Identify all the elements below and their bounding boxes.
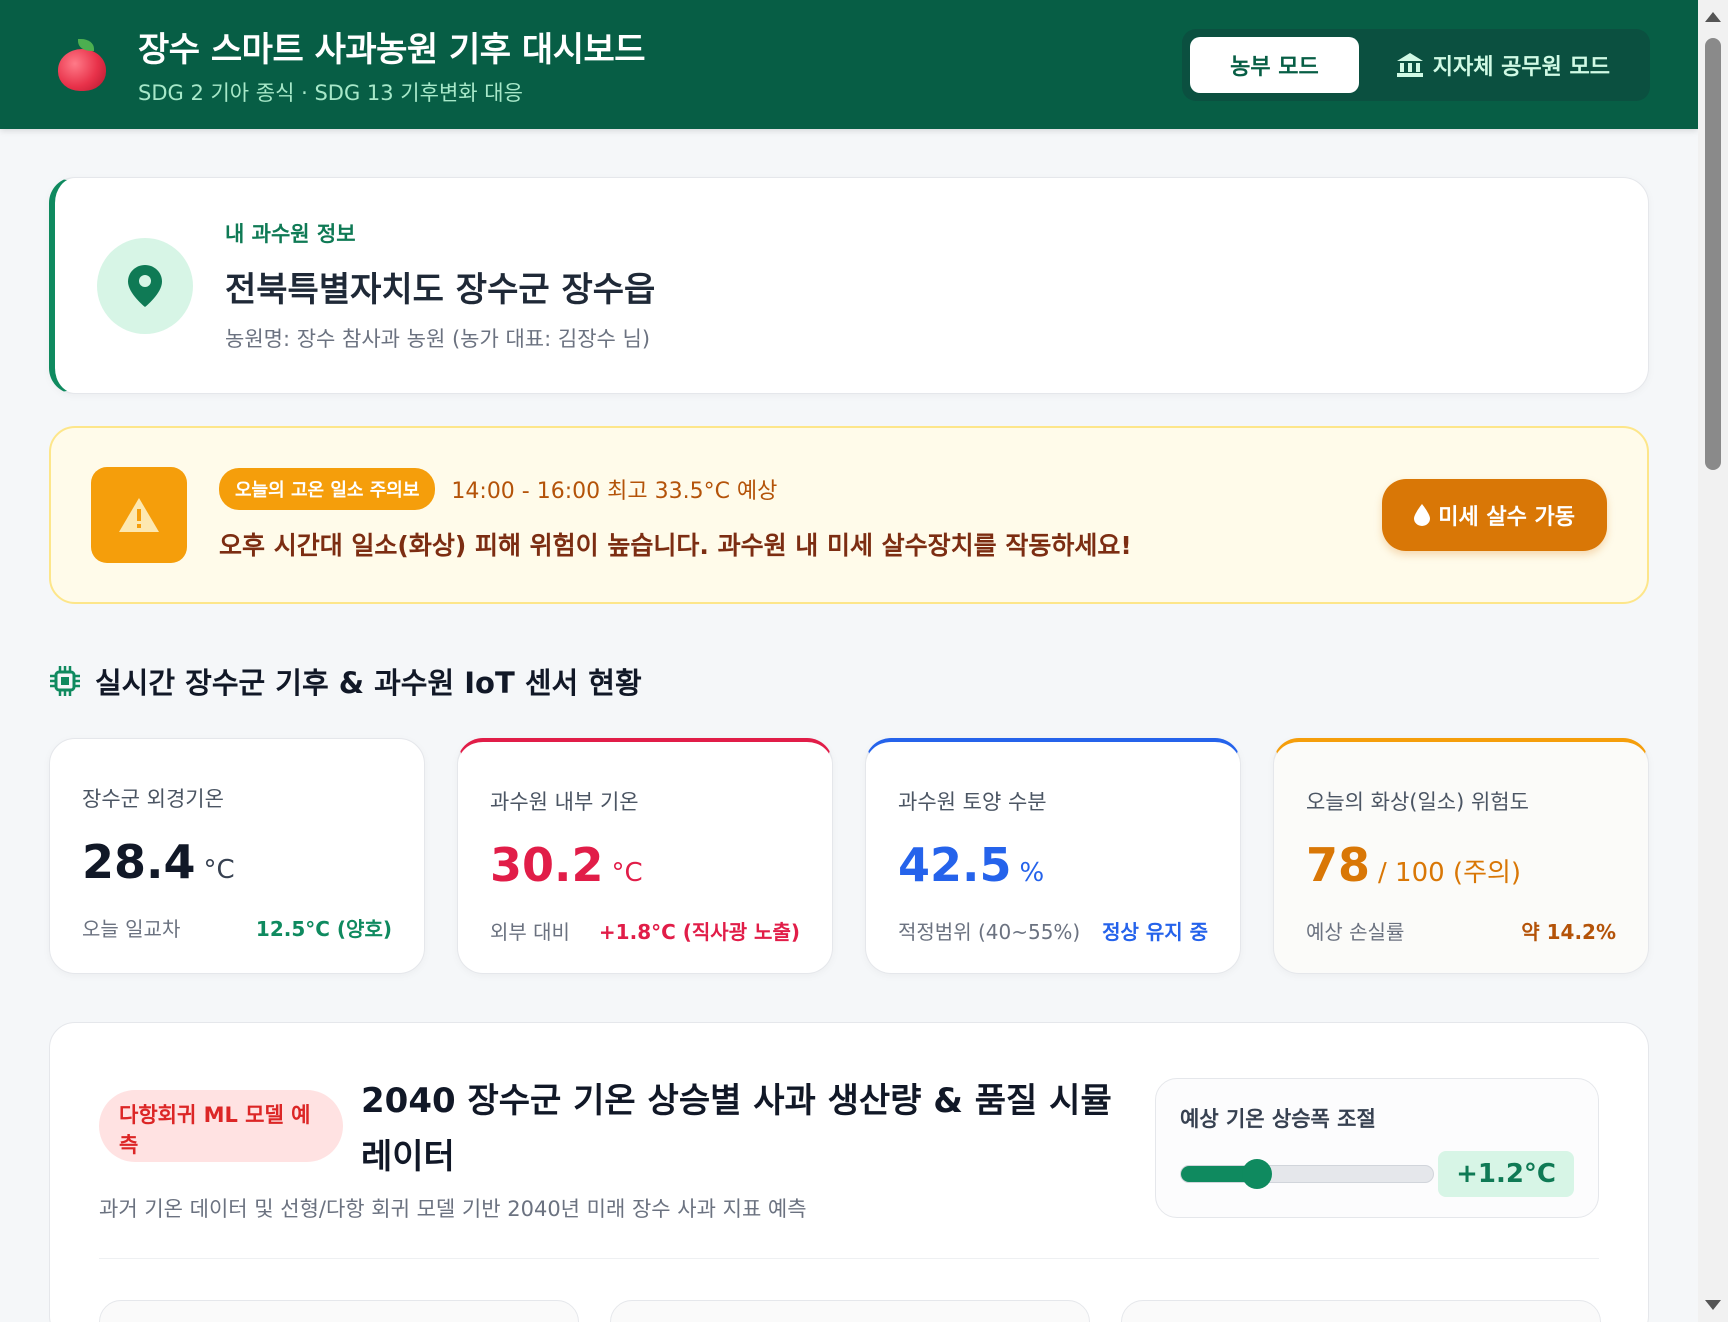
sensor-value: 30.2 bbox=[490, 838, 604, 892]
simulator-title: 2040 장수군 기온 상승별 사과 생산량 & 품질 시뮬레이터 bbox=[361, 1081, 1112, 1177]
sensor-label: 오늘의 화상(일소) 위험도 bbox=[1306, 790, 1529, 814]
water-drop-icon bbox=[1414, 504, 1431, 526]
app-header: 장수 스마트 사과농원 기후 대시보드 SDG 2 기아 종식 · SDG 13… bbox=[0, 0, 1698, 129]
simulator-card: 다항회귀 ML 모델 예측 2040 장수군 기온 상승별 사과 생산량 & 품… bbox=[49, 1022, 1649, 1322]
farmer-mode-label: 농부 모드 bbox=[1230, 54, 1319, 80]
farm-info-label: 내 과수원 정보 bbox=[225, 222, 356, 246]
simulator-description: 과거 기온 데이터 및 선형/다항 회귀 모델 기반 2040년 미래 장수 사… bbox=[99, 1197, 807, 1221]
sensor-label: 과수원 내부 기온 bbox=[490, 790, 639, 814]
apple-icon bbox=[56, 38, 108, 91]
sensor-section-label: 실시간 장수군 기후 & 과수원 IoT 센서 현황 bbox=[95, 666, 642, 700]
sensor-unit: / 100 (주의) bbox=[1378, 858, 1522, 888]
alert-time: 14:00 - 16:00 최고 33.5°C 예상 bbox=[451, 479, 778, 504]
heat-alert-card: 오늘의 고온 일소 주의보 14:00 - 16:00 최고 33.5°C 예상… bbox=[49, 426, 1649, 604]
sensor-foot-value: 정상 유지 중 bbox=[1102, 920, 1208, 944]
slider-thumb[interactable] bbox=[1241, 1159, 1272, 1189]
warning-icon bbox=[91, 467, 187, 563]
ml-model-badge: 다항회귀 ML 모델 예측 bbox=[99, 1090, 343, 1162]
chip-icon bbox=[50, 666, 80, 696]
scroll-down-arrow-icon[interactable] bbox=[1705, 1300, 1721, 1310]
sensor-foot-label: 오늘 일교차 bbox=[82, 917, 181, 941]
sensor-label: 장수군 외경기온 bbox=[82, 787, 224, 811]
scroll-thumb[interactable] bbox=[1705, 38, 1721, 470]
sensor-unit: °C bbox=[611, 858, 643, 888]
farm-location: 전북특별자치도 장수군 장수읍 bbox=[225, 270, 656, 310]
outdoor-temp-card: 장수군 외경기온 28.4 °C 오늘 일교차 12.5°C (양호) bbox=[49, 738, 425, 974]
sensor-label: 과수원 토양 수분 bbox=[898, 790, 1047, 814]
result-card bbox=[1121, 1300, 1601, 1322]
official-mode-button[interactable]: 지자체 공무원 모드 bbox=[1365, 37, 1642, 93]
scroll-up-arrow-icon[interactable] bbox=[1705, 12, 1721, 22]
result-card bbox=[99, 1300, 579, 1322]
sensor-cards: 장수군 외경기온 28.4 °C 오늘 일교차 12.5°C (양호) 과수원 … bbox=[49, 738, 1649, 974]
location-pin-icon bbox=[97, 237, 193, 334]
control-label: 예상 기온 상승폭 조절 bbox=[1180, 1107, 1376, 1131]
sensor-value: 28.4 bbox=[82, 835, 196, 889]
sensor-foot-label: 외부 대비 bbox=[490, 920, 570, 944]
sensor-unit: % bbox=[1019, 858, 1045, 888]
government-building-icon bbox=[1396, 52, 1423, 77]
temperature-slider[interactable] bbox=[1180, 1159, 1434, 1189]
slider-value: +1.2°C bbox=[1438, 1151, 1574, 1197]
result-card bbox=[610, 1300, 1090, 1322]
sensor-value: 42.5 bbox=[898, 838, 1012, 892]
farm-info-card: 내 과수원 정보 전북특별자치도 장수군 장수읍 농원명: 장수 참사과 농원 … bbox=[49, 177, 1649, 394]
mode-switch: 농부 모드 지자체 공무원 모드 bbox=[1182, 28, 1650, 101]
sensor-foot-label: 적정범위 (40~55%) bbox=[898, 920, 1081, 944]
sensor-section-title: 실시간 장수군 기후 & 과수원 IoT 센서 현황 bbox=[49, 660, 1649, 702]
sensor-foot-label: 예상 손실률 bbox=[1306, 920, 1405, 944]
main-content: 내 과수원 정보 전북특별자치도 장수군 장수읍 농원명: 장수 참사과 농원 … bbox=[49, 177, 1649, 1322]
official-mode-label: 지자체 공무원 모드 bbox=[1432, 54, 1610, 80]
temperature-control: 예상 기온 상승폭 조절 +1.2°C bbox=[1155, 1078, 1599, 1218]
sensor-foot-value: +1.8°C (직사광 노출) bbox=[598, 920, 800, 944]
sensor-value: 78 bbox=[1306, 838, 1371, 892]
sensor-foot-value: 12.5°C (양호) bbox=[255, 917, 392, 941]
app-title: 장수 스마트 사과농원 기후 대시보드 bbox=[138, 30, 646, 70]
farm-owner: 농원명: 장수 참사과 농원 (농가 대표: 김장수 님) bbox=[225, 327, 651, 351]
divider bbox=[99, 1258, 1599, 1259]
farmer-mode-button[interactable]: 농부 모드 bbox=[1190, 36, 1359, 93]
sprinkler-button[interactable]: 미세 살수 가동 bbox=[1382, 479, 1607, 551]
sprinkler-button-label: 미세 살수 가동 bbox=[1438, 505, 1575, 530]
scrollbar[interactable] bbox=[1698, 0, 1728, 1322]
app-subtitle: SDG 2 기아 종식 · SDG 13 기후변화 대응 bbox=[138, 81, 523, 105]
alert-message: 오후 시간대 일소(화상) 피해 위험이 높습니다. 과수원 내 미세 살수장치… bbox=[219, 531, 1132, 560]
sensor-foot-value: 약 14.2% bbox=[1521, 920, 1616, 944]
orchard-temp-card: 과수원 내부 기온 30.2 °C 외부 대비 +1.8°C (직사광 노출) bbox=[457, 738, 833, 974]
alert-badge: 오늘의 고온 일소 주의보 bbox=[219, 468, 436, 510]
sunburn-risk-card: 오늘의 화상(일소) 위험도 78 / 100 (주의) 예상 손실률 약 14… bbox=[1273, 738, 1649, 974]
sensor-unit: °C bbox=[203, 855, 235, 885]
soil-moisture-card: 과수원 토양 수분 42.5 % 적정범위 (40~55%) 정상 유지 중 bbox=[865, 738, 1241, 974]
